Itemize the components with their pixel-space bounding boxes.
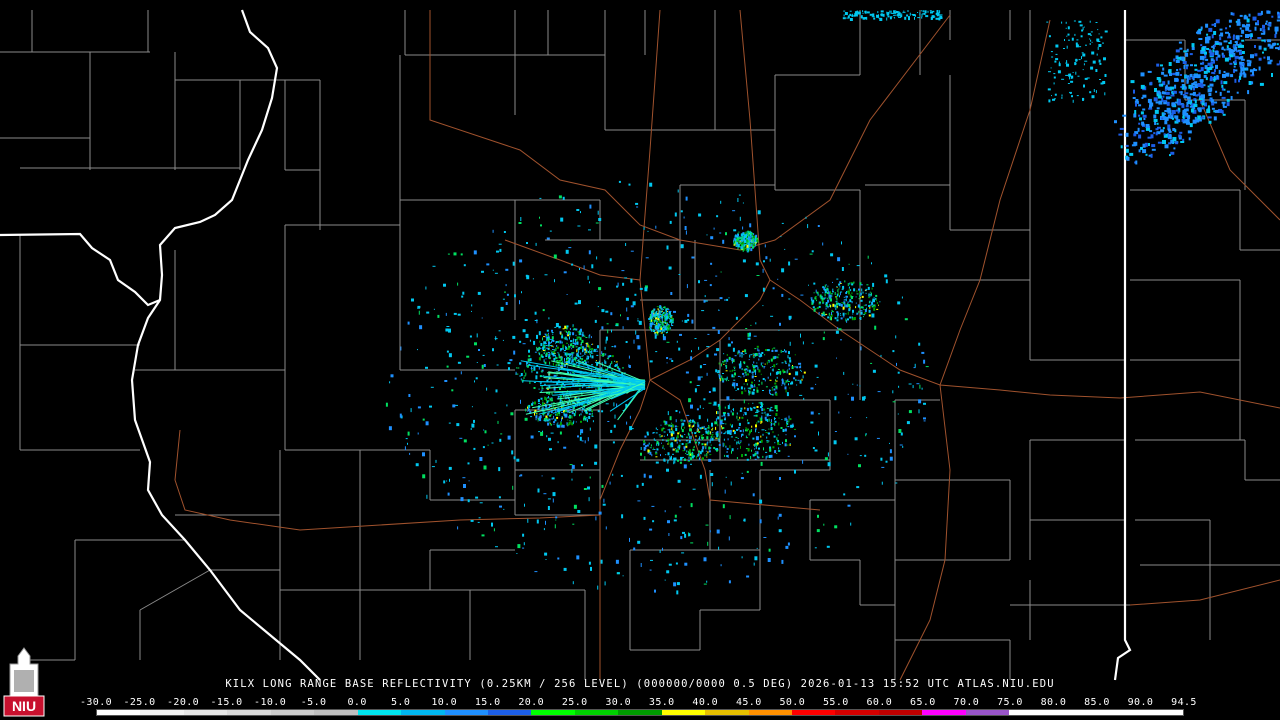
colorbar-segment	[661, 710, 706, 715]
colorbar-tick-label: 65.0	[910, 697, 936, 708]
colorbar-tick-label: 94.5	[1171, 697, 1197, 708]
colorbar-segment	[183, 710, 228, 715]
colorbar-tick-labels: -30.0 -25.0 -20.0 -15.0 -10.0 -5.0 0.0 5.0 10.0 1…	[0, 697, 1280, 709]
reflectivity-colorbar	[96, 709, 1184, 716]
product-title: KILX LONG RANGE BASE REFLECTIVITY (0.25K…	[225, 678, 1055, 690]
colorbar-segment	[878, 710, 923, 715]
colorbar-segment	[97, 710, 141, 715]
colorbar-segment	[270, 710, 315, 715]
colorbar-tick-label: 45.0	[735, 697, 762, 708]
colorbar-segment	[748, 710, 792, 715]
colorbar-segment	[574, 710, 619, 715]
colorbar-segment	[792, 710, 836, 715]
colorbar-tick-label: 40.0	[692, 697, 719, 708]
colorbar-tick-label: 55.0	[822, 697, 849, 708]
colorbar-segment	[965, 710, 1010, 715]
radar-reflectivity-echoes	[385, 10, 1280, 595]
colorbar-tick-label: 15.0	[474, 697, 501, 708]
colorbar-tick-label: 35.0	[648, 697, 675, 708]
colorbar-segment	[314, 710, 358, 715]
colorbar-segment	[140, 710, 184, 715]
colorbar-tick-label: 5.0	[390, 697, 411, 708]
colorbar-segment	[1009, 710, 1053, 715]
colorbar-segment	[444, 710, 488, 715]
colorbar-tick-label: 85.0	[1084, 697, 1110, 708]
highways	[174, 9, 1280, 681]
colorbar-segment	[487, 710, 532, 715]
colorbar-segment	[618, 710, 662, 715]
colorbar-segment	[922, 710, 966, 715]
colorbar-tick-label: 25.0	[561, 697, 588, 708]
colorbar-tick-label: -5.0	[300, 697, 327, 708]
colorbar-segment	[357, 710, 402, 715]
colorbar-tick-label: -20.0	[166, 697, 200, 708]
county-boundaries	[0, 10, 1280, 680]
colorbar-segment	[531, 710, 575, 715]
colorbar-tick-label: 20.0	[518, 697, 545, 708]
colorbar-segment	[1139, 710, 1183, 715]
colorbar-tick-label: 0.0	[347, 697, 367, 708]
radar-map	[0, 9, 1280, 681]
colorbar-segment	[1052, 710, 1097, 715]
colorbar-tick-label: -30.0	[79, 697, 113, 708]
colorbar-tick-label: 70.0	[953, 697, 980, 708]
colorbar-segment	[705, 710, 749, 715]
colorbar-tick-label: 90.0	[1127, 697, 1154, 708]
colorbar-tick-label: 10.0	[431, 697, 457, 708]
colorbar-tick-label: -15.0	[210, 697, 243, 708]
colorbar-tick-label: -10.0	[254, 697, 287, 708]
logo-text: NIU	[12, 698, 36, 714]
colorbar-segment	[1096, 710, 1140, 715]
colorbar-segment	[835, 710, 879, 715]
niu-logo: NIU	[3, 647, 45, 717]
colorbar-tick-label: 50.0	[779, 697, 806, 708]
colorbar-tick-label: -25.0	[123, 697, 156, 708]
colorbar-tick-label: 80.0	[1040, 697, 1067, 708]
colorbar-tick-label: 75.0	[997, 697, 1023, 708]
colorbar-segment	[227, 710, 271, 715]
state-boundaries	[0, 9, 1132, 681]
colorbar-segment	[401, 710, 445, 715]
colorbar-tick-label: 30.0	[605, 697, 632, 708]
colorbar-tick-label: 60.0	[866, 697, 893, 708]
